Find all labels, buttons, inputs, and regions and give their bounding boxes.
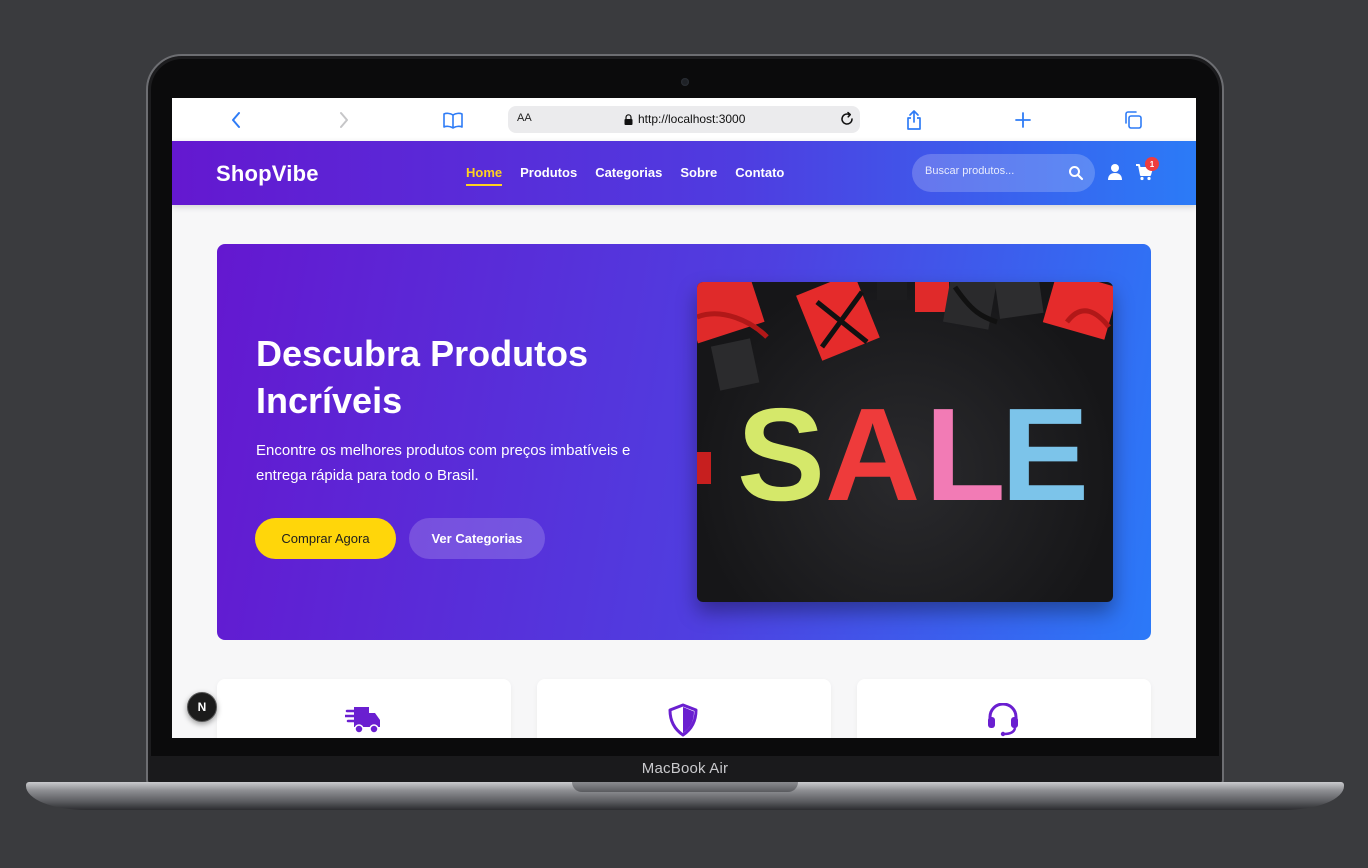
hero-subtitle: Encontre os melhores produtos com preços… bbox=[256, 442, 631, 484]
share-icon[interactable] bbox=[902, 108, 926, 132]
sale-image: S A L E bbox=[697, 282, 1113, 602]
url-text: http://localhost:3000 bbox=[638, 112, 746, 126]
address-bar[interactable]: AA http://localhost:3000 bbox=[508, 106, 860, 133]
search-input[interactable] bbox=[925, 165, 1065, 177]
nav-produtos[interactable]: Produtos bbox=[520, 165, 577, 180]
truck-icon bbox=[345, 707, 380, 734]
hero-banner: Descubra Produtos Incríveis Encontre os … bbox=[217, 244, 1151, 640]
nav-sobre[interactable]: Sobre bbox=[680, 165, 717, 180]
main-nav: Home Produtos Categorias Sobre Contato bbox=[466, 165, 784, 186]
back-icon[interactable] bbox=[224, 108, 248, 132]
feature-card-delivery bbox=[217, 679, 511, 738]
feature-card-support bbox=[857, 679, 1151, 738]
new-tab-icon[interactable] bbox=[1011, 108, 1035, 132]
bookmarks-icon[interactable] bbox=[441, 108, 465, 132]
user-icon[interactable] bbox=[1107, 163, 1123, 181]
search-box bbox=[912, 154, 1095, 192]
cart-count-badge: 1 bbox=[1145, 157, 1159, 171]
lock-icon bbox=[624, 114, 633, 125]
site-header: ShopVibe Home Produtos Categorias Sobre … bbox=[172, 141, 1196, 205]
sale-letter-l: L bbox=[925, 381, 1006, 528]
sale-letter-s: S bbox=[737, 381, 825, 528]
tabs-icon[interactable] bbox=[1121, 108, 1145, 132]
feature-card-security bbox=[537, 679, 831, 738]
nextjs-dev-badge[interactable]: N bbox=[187, 692, 217, 722]
search-icon[interactable] bbox=[1068, 165, 1084, 181]
shop-now-button[interactable]: Comprar Agora bbox=[255, 518, 396, 559]
nav-categorias[interactable]: Categorias bbox=[595, 165, 662, 180]
forward-icon[interactable] bbox=[332, 108, 356, 132]
logo[interactable]: ShopVibe bbox=[216, 161, 319, 187]
browser-toolbar: AA http://localhost:3000 bbox=[172, 98, 1196, 141]
text-size-button[interactable]: AA bbox=[517, 112, 532, 124]
headset-icon bbox=[988, 703, 1018, 737]
reload-icon[interactable] bbox=[838, 110, 856, 128]
sale-letter-e: E bbox=[1001, 381, 1089, 528]
device-label: MacBook Air bbox=[641, 760, 729, 777]
screen: AA http://localhost:3000 ShopVibe Home P… bbox=[172, 98, 1196, 738]
camera bbox=[681, 78, 689, 86]
laptop-notch bbox=[572, 782, 798, 792]
shield-icon bbox=[668, 703, 698, 737]
hero-title: Descubra Produtos Incríveis bbox=[256, 333, 589, 421]
view-categories-button[interactable]: Ver Categorias bbox=[409, 518, 545, 559]
nav-contato[interactable]: Contato bbox=[735, 165, 784, 180]
sale-letter-a: A bbox=[825, 381, 920, 528]
nav-home[interactable]: Home bbox=[466, 165, 503, 186]
